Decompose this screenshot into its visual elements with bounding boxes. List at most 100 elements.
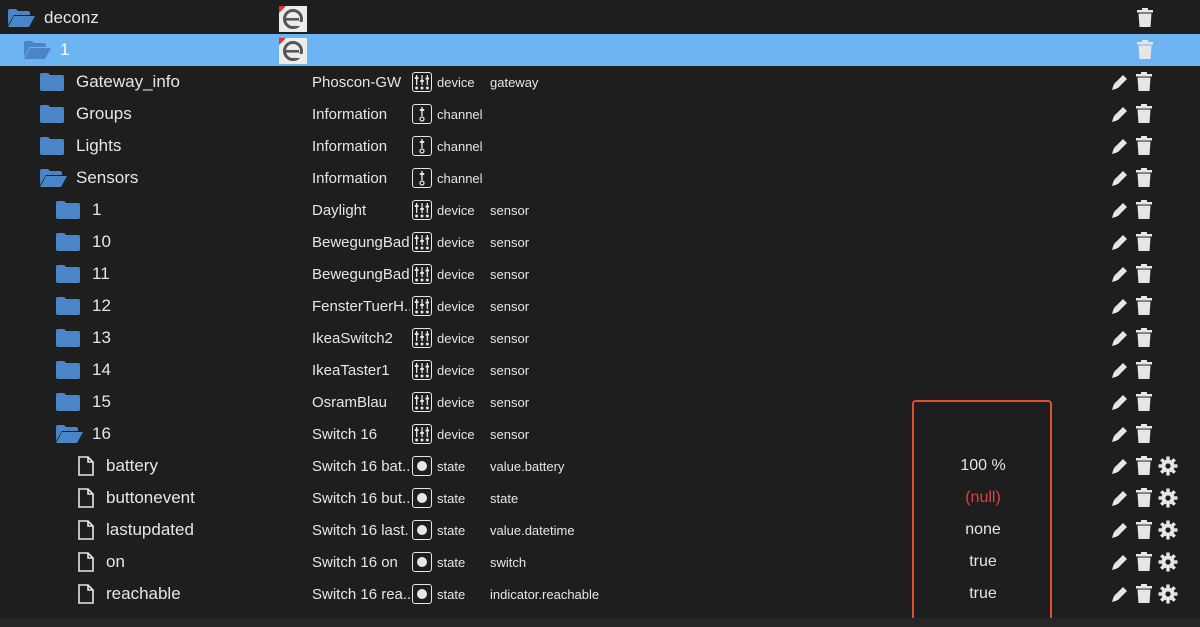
folder-icon[interactable] <box>40 130 64 162</box>
tree-item-name[interactable]: 1 <box>60 34 69 66</box>
tree-row[interactable]: on Switch 16 on state switch true <box>0 546 1200 578</box>
folder-icon[interactable] <box>56 194 80 226</box>
tree-row[interactable]: Groups Information channel <box>0 98 1200 130</box>
tree-item-name[interactable]: Lights <box>76 130 121 162</box>
tree-row[interactable]: Gateway_info Phoscon-GW device gateway <box>0 66 1200 98</box>
folder-open-icon[interactable] <box>8 2 36 34</box>
folder-icon[interactable] <box>56 226 80 258</box>
gear-icon[interactable] <box>1156 454 1180 478</box>
pencil-icon[interactable] <box>1108 230 1132 254</box>
tree-item-name[interactable]: Sensors <box>76 162 138 194</box>
tree-row[interactable]: lastupdated Switch 16 last... state value.d… <box>0 514 1200 546</box>
tree-item-name[interactable]: Gateway_info <box>76 66 180 98</box>
state-value[interactable]: 100 % <box>915 450 1051 482</box>
folder-open-icon[interactable] <box>40 162 68 194</box>
tree-item-name[interactable]: 13 <box>92 322 111 354</box>
folder-icon[interactable] <box>56 354 80 386</box>
tree-row[interactable]: 16 Switch 16 device sensor <box>0 418 1200 450</box>
tree-item-name[interactable]: on <box>106 546 125 578</box>
tree-row[interactable]: 15 OsramBlau device sensor <box>0 386 1200 418</box>
pencil-icon[interactable] <box>1108 422 1132 446</box>
trash-icon[interactable] <box>1132 518 1156 542</box>
gear-icon[interactable] <box>1156 550 1180 574</box>
tree-item-name[interactable]: reachable <box>106 578 181 610</box>
tree-row[interactable]: 12 FensterTuerH... device sensor <box>0 290 1200 322</box>
file-icon[interactable] <box>78 578 94 610</box>
gear-icon[interactable] <box>1156 582 1180 606</box>
pencil-icon[interactable] <box>1108 262 1132 286</box>
pencil-icon[interactable] <box>1108 486 1132 510</box>
tree-item-name[interactable]: buttonevent <box>106 482 195 514</box>
trash-icon[interactable] <box>1132 294 1156 318</box>
pencil-icon[interactable] <box>1108 134 1132 158</box>
folder-icon[interactable] <box>40 98 64 130</box>
tree-row[interactable]: reachable Switch 16 rea... state indicator.… <box>0 578 1200 610</box>
pencil-icon[interactable] <box>1108 326 1132 350</box>
tree-row[interactable]: deconz <box>0 2 1200 34</box>
tree-row[interactable]: 14 IkeaTaster1 device sensor <box>0 354 1200 386</box>
file-icon[interactable] <box>78 514 94 546</box>
tree-item-name[interactable]: lastupdated <box>106 514 194 546</box>
trash-icon[interactable] <box>1132 582 1156 606</box>
tree-row[interactable]: buttonevent Switch 16 but... state state (nu… <box>0 482 1200 514</box>
trash-icon[interactable] <box>1132 102 1156 126</box>
file-icon[interactable] <box>78 450 94 482</box>
tree-row[interactable]: 1 Daylight device sensor <box>0 194 1200 226</box>
tree-row[interactable]: battery Switch 16 bat... state value.batter… <box>0 450 1200 482</box>
trash-icon[interactable] <box>1132 326 1156 350</box>
pencil-icon[interactable] <box>1108 102 1132 126</box>
pencil-icon[interactable] <box>1108 518 1132 542</box>
tree-item-name[interactable]: 16 <box>92 418 111 450</box>
pencil-icon[interactable] <box>1108 70 1132 94</box>
folder-icon[interactable] <box>56 290 80 322</box>
trash-icon[interactable] <box>1133 38 1157 62</box>
tree-item-name[interactable]: 14 <box>92 354 111 386</box>
tree-item-name[interactable]: 11 <box>92 258 110 290</box>
pencil-icon[interactable] <box>1108 294 1132 318</box>
tree-item-name[interactable]: 1 <box>92 194 101 226</box>
gear-icon[interactable] <box>1156 518 1180 542</box>
tree-row[interactable]: 1 <box>0 34 1200 66</box>
folder-icon[interactable] <box>56 386 80 418</box>
tree-item-name[interactable]: 15 <box>92 386 111 418</box>
trash-icon[interactable] <box>1132 454 1156 478</box>
tree-item-name[interactable]: Groups <box>76 98 132 130</box>
tree-row[interactable]: 13 IkeaSwitch2 device sensor <box>0 322 1200 354</box>
folder-open-icon[interactable] <box>24 34 52 66</box>
tree-row[interactable]: Sensors Information channel <box>0 162 1200 194</box>
folder-icon[interactable] <box>56 258 80 290</box>
pencil-icon[interactable] <box>1108 582 1132 606</box>
state-value[interactable]: none <box>915 514 1051 546</box>
tree-row[interactable]: 11 BewegungBad device sensor <box>0 258 1200 290</box>
pencil-icon[interactable] <box>1108 454 1132 478</box>
folder-open-icon[interactable] <box>56 418 84 450</box>
trash-icon[interactable] <box>1132 70 1156 94</box>
file-icon[interactable] <box>78 482 94 514</box>
tree-item-name[interactable]: 10 <box>92 226 111 258</box>
trash-icon[interactable] <box>1132 230 1156 254</box>
pencil-icon[interactable] <box>1108 198 1132 222</box>
state-value[interactable]: true <box>915 546 1051 578</box>
trash-icon[interactable] <box>1132 358 1156 382</box>
trash-icon[interactable] <box>1132 166 1156 190</box>
trash-icon[interactable] <box>1132 390 1156 414</box>
pencil-icon[interactable] <box>1108 550 1132 574</box>
folder-icon[interactable] <box>56 322 80 354</box>
gear-icon[interactable] <box>1156 486 1180 510</box>
trash-icon[interactable] <box>1132 550 1156 574</box>
tree-item-name[interactable]: deconz <box>44 2 99 34</box>
tree-item-name[interactable]: battery <box>106 450 158 482</box>
folder-icon[interactable] <box>40 66 64 98</box>
trash-icon[interactable] <box>1133 6 1157 30</box>
trash-icon[interactable] <box>1132 422 1156 446</box>
tree-item-name[interactable]: 12 <box>92 290 111 322</box>
tree-row[interactable]: Lights Information channel <box>0 130 1200 162</box>
trash-icon[interactable] <box>1132 134 1156 158</box>
trash-icon[interactable] <box>1132 262 1156 286</box>
trash-icon[interactable] <box>1132 486 1156 510</box>
state-value[interactable]: true <box>915 578 1051 610</box>
state-value[interactable]: (null) <box>915 482 1051 514</box>
pencil-icon[interactable] <box>1108 166 1132 190</box>
tree-row[interactable]: 10 BewegungBad device sensor <box>0 226 1200 258</box>
file-icon[interactable] <box>78 546 94 578</box>
